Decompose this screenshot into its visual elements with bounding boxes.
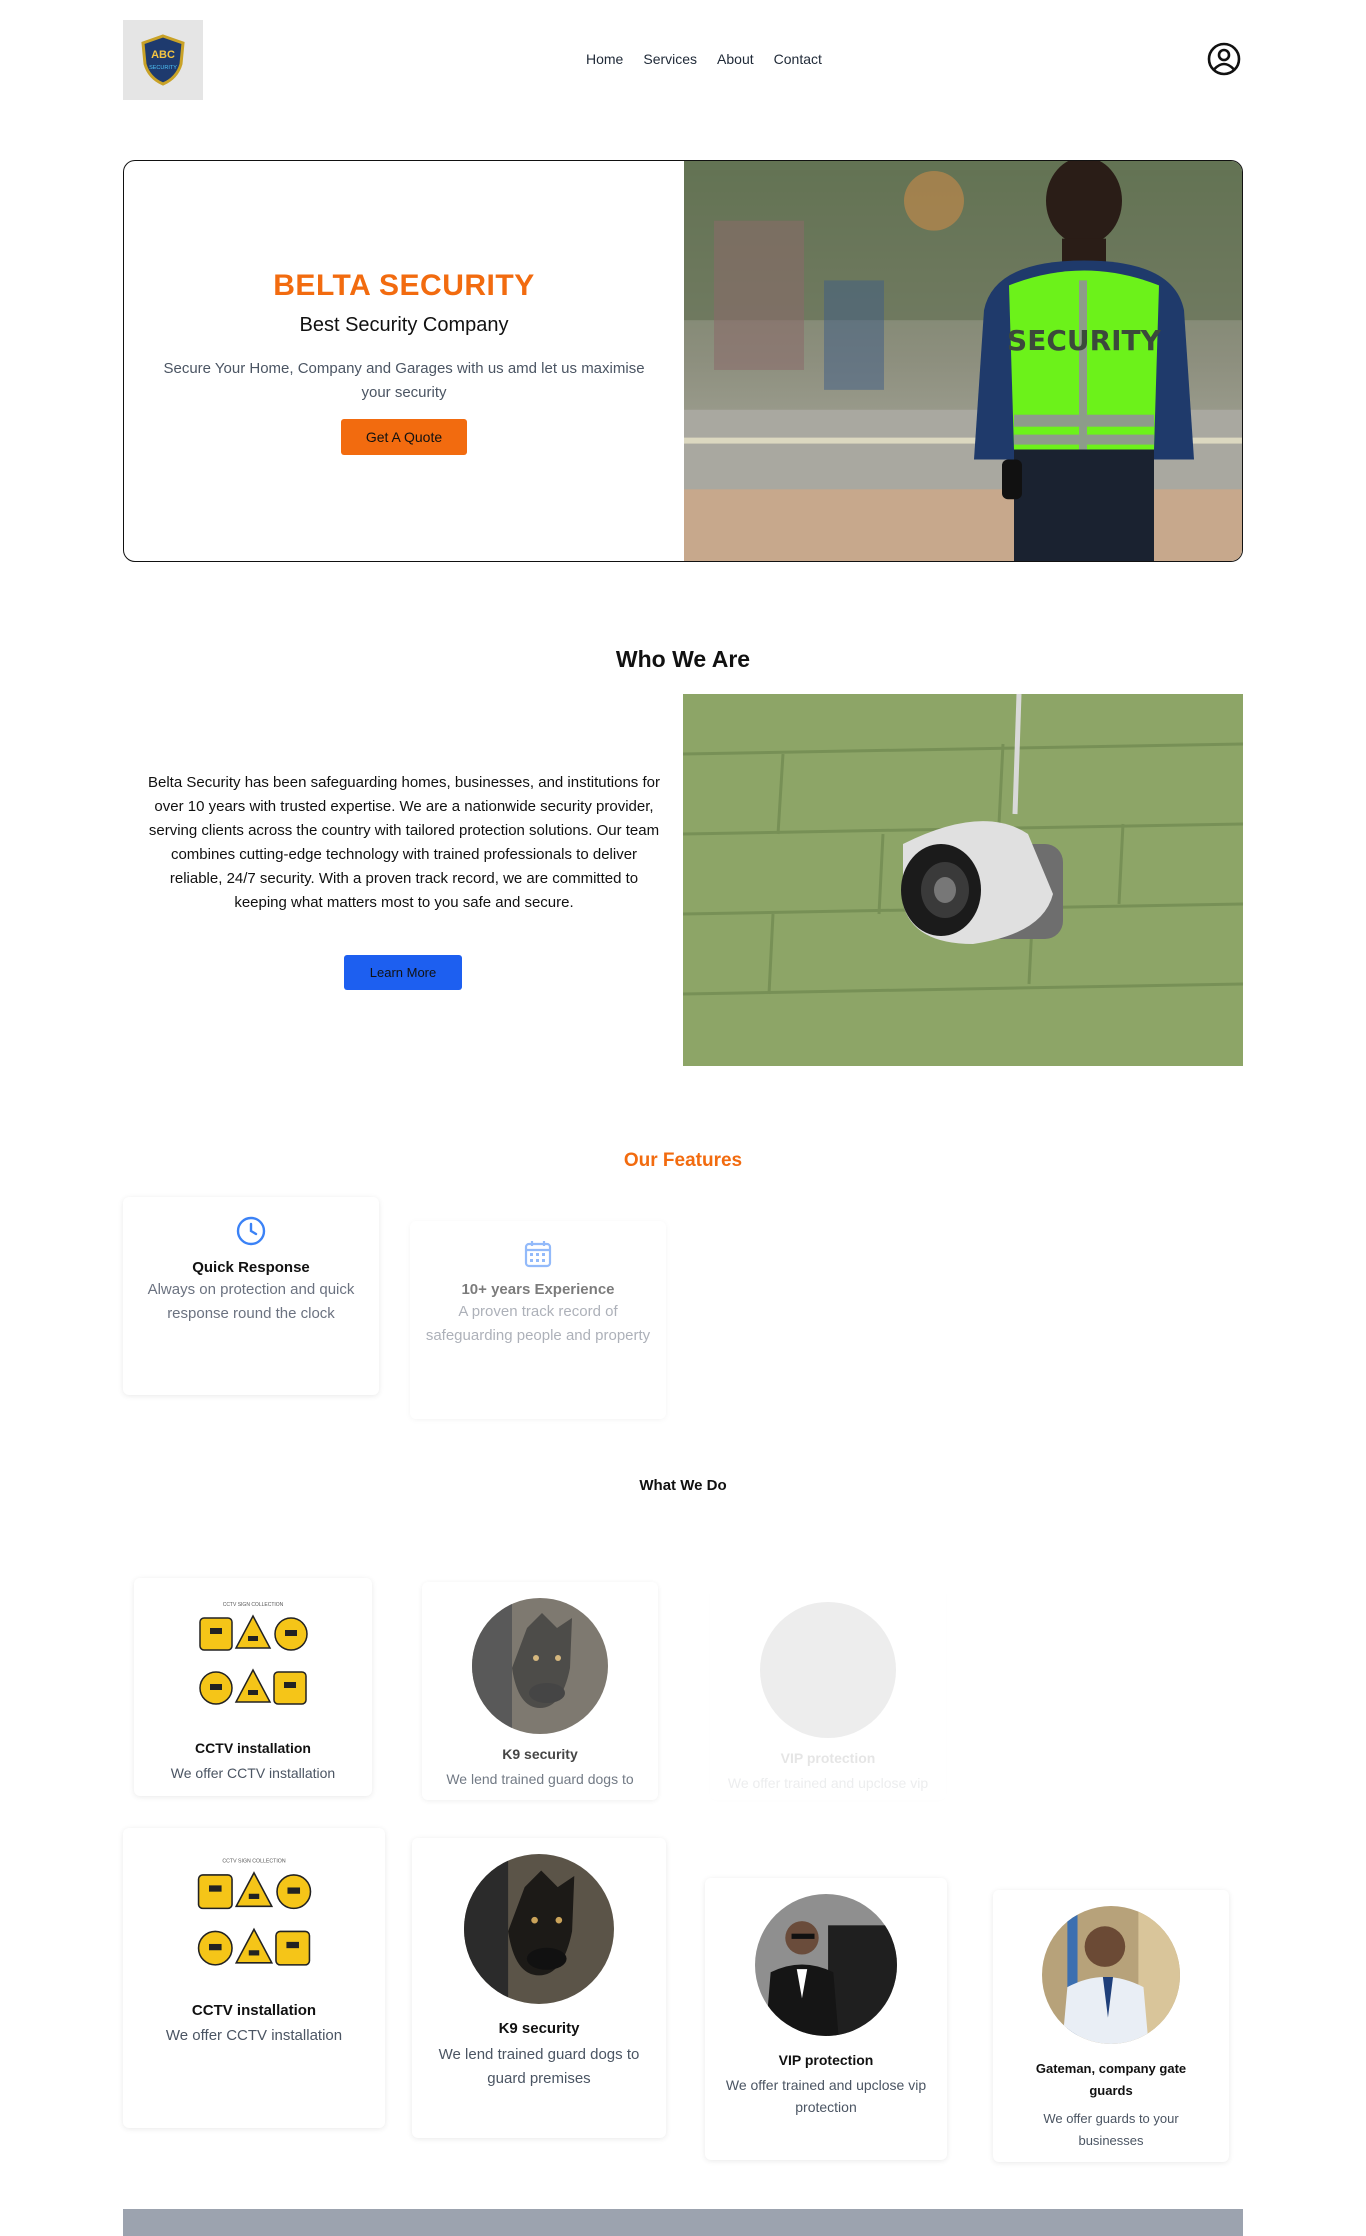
service-card-cctv: CCTV SIGN COLLECTION CCTV installation W… xyxy=(123,1828,385,2128)
service-name: VIP protection xyxy=(780,1750,876,1766)
main-nav: Home Services About Contact xyxy=(586,51,822,67)
guard-dog-image xyxy=(464,1854,614,2004)
service-name: CCTV installation xyxy=(195,1740,311,1756)
hero-title: BELTA SECURITY xyxy=(273,269,535,302)
service-description: We offer CCTV installation xyxy=(170,1765,336,1781)
hero-description: Secure Your Home, Company and Garages wi… xyxy=(163,360,645,401)
service-card-k9: K9 security We lend trained guard dogs t… xyxy=(412,1838,666,2138)
vip-bodyguard-image xyxy=(755,1894,897,2036)
cctv-signs-image: CCTV SIGN COLLECTION xyxy=(197,1858,312,1966)
feature-name: 10+ years Experience xyxy=(461,1281,615,1298)
hero-section: BELTA SECURITY Best Security Company Sec… xyxy=(123,160,1243,562)
feature-card-experience: 10+ years Experience A proven track reco… xyxy=(410,1221,666,1419)
footer-bar xyxy=(123,2209,1243,2236)
service-name: Gateman, company gate guards xyxy=(1035,2061,1187,2098)
gateman-guard-image xyxy=(1042,1906,1180,2044)
service-description: We lend trained guard dogs to guard prem… xyxy=(438,2046,640,2087)
user-account-icon[interactable] xyxy=(1207,42,1241,76)
our-features-title: Our Features xyxy=(623,1150,743,1171)
service-card-cctv-entering: CCTV SIGN COLLECTION CCTV installation W… xyxy=(134,1578,372,1796)
svg-text:ABC: ABC xyxy=(151,49,175,61)
clock-icon xyxy=(236,1216,266,1246)
svg-text:SECURITY: SECURITY xyxy=(1007,324,1162,357)
nav-contact[interactable]: Contact xyxy=(774,51,822,67)
vip-bodyguard-image xyxy=(760,1602,896,1738)
feature-description: Always on protection and quick response … xyxy=(147,1281,355,1322)
feature-card-quick-response: Quick Response Always on protection and … xyxy=(123,1197,379,1395)
service-card-vip: VIP protection We offer trained and upcl… xyxy=(705,1878,947,2160)
service-name: K9 security xyxy=(502,1746,578,1762)
hero-content: BELTA SECURITY Best Security Company Sec… xyxy=(124,161,684,561)
security-guard-image: SECURITY xyxy=(684,161,1242,561)
company-logo[interactable]: ABC SECURITY xyxy=(123,20,203,100)
service-description: We offer CCTV installation xyxy=(165,2027,343,2044)
service-description: We lend trained guard dogs to xyxy=(446,1771,634,1787)
calendar-icon xyxy=(524,1241,552,1268)
get-quote-button[interactable]: Get A Quote xyxy=(341,419,467,455)
nav-home[interactable]: Home xyxy=(586,51,623,67)
guard-dog-image xyxy=(472,1598,608,1734)
service-card-gateman: Gateman, company gate guards We offer gu… xyxy=(993,1890,1229,2162)
who-we-are-text: Belta Security has been safeguarding hom… xyxy=(148,774,660,911)
svg-text:SECURITY: SECURITY xyxy=(149,65,177,71)
nav-about[interactable]: About xyxy=(717,51,754,67)
shield-logo-icon: ABC SECURITY xyxy=(141,34,185,86)
feature-name: Quick Response xyxy=(192,1259,310,1276)
cctv-camera-image xyxy=(683,694,1243,1066)
service-name: VIP protection xyxy=(778,2052,874,2068)
service-description: We offer trained and upclose vip xyxy=(727,1775,929,1791)
cctv-signs-image: CCTV SIGN COLLECTION xyxy=(199,1602,308,1705)
svg-text:CCTV SIGN COLLECTION: CCTV SIGN COLLECTION xyxy=(222,1858,285,1864)
service-card-vip-entering: VIP protection We offer trained and upcl… xyxy=(710,1586,946,1800)
service-card-k9-entering: K9 security We lend trained guard dogs t… xyxy=(422,1582,658,1800)
hero-subtitle: Best Security Company xyxy=(299,314,509,336)
service-name: CCTV installation xyxy=(191,2002,317,2019)
who-we-are-title: Who We Are xyxy=(615,646,751,672)
service-description: We offer trained and upclose vip protect… xyxy=(725,2077,927,2115)
service-description: We offer guards to your businesses xyxy=(1043,2111,1179,2148)
service-name: K9 security xyxy=(498,2020,580,2037)
nav-services[interactable]: Services xyxy=(643,51,697,67)
feature-description: A proven track record of safeguarding pe… xyxy=(425,1303,651,1344)
svg-text:CCTV SIGN COLLECTION: CCTV SIGN COLLECTION xyxy=(223,1602,284,1608)
learn-more-button[interactable]: Learn More xyxy=(344,955,462,990)
what-we-do-title: What We Do xyxy=(639,1477,727,1494)
